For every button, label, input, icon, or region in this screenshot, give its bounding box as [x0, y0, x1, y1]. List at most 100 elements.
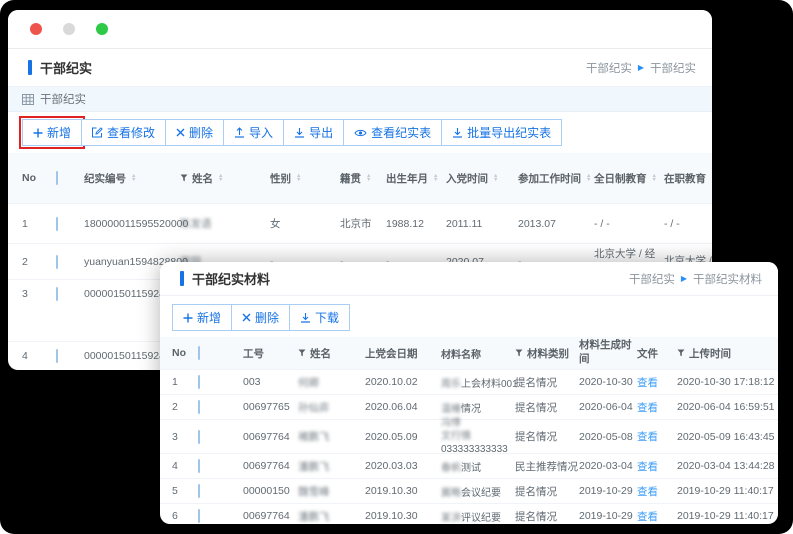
cell-name: 陈发语 [180, 218, 212, 230]
sort-icon[interactable]: ▲▼ [366, 174, 371, 183]
row-checkbox[interactable] [56, 255, 58, 269]
sort-icon[interactable]: ▲▼ [711, 174, 712, 183]
filter-icon[interactable] [180, 174, 188, 182]
view-edit-button[interactable]: 查看修改 [81, 119, 166, 146]
cell-party-join: 2011.11 [446, 218, 518, 230]
cell-uploaded: 2020-06-04 16:59:51 [677, 401, 778, 413]
cell-generated: 2020-10-30 [579, 376, 637, 388]
filter-icon[interactable] [298, 349, 306, 357]
col-header-birth-date: 出生年月 [386, 171, 428, 186]
row-checkbox[interactable] [198, 375, 200, 389]
view-record-sheet-button[interactable]: 查看纪实表 [343, 119, 442, 146]
cell-material-name: 某汫评议纪要 [441, 509, 515, 524]
col-header-no: No [172, 347, 198, 359]
minimize-window-icon[interactable] [63, 23, 75, 35]
breadcrumb-parent[interactable]: 干部纪实 [586, 60, 632, 76]
delete-material-button[interactable]: 删除 [231, 304, 290, 331]
table-row: 1 180000011595520000 陈发语 女 北京市 1988.12 2… [8, 203, 712, 243]
screenshot-canvas: 干部纪实 干部纪实 ▶ 干部纪实 干部纪实 新增 [0, 0, 793, 534]
x-icon [176, 128, 185, 137]
view-file-link[interactable]: 查看 [637, 461, 658, 473]
row-checkbox[interactable] [198, 509, 200, 523]
add-button[interactable]: 新增 [22, 119, 82, 146]
cell-uploaded: 2020-05-09 16:43:45 [677, 431, 778, 443]
row-checkbox[interactable] [198, 430, 200, 444]
breadcrumb-arrow-icon: ▶ [681, 274, 687, 283]
sort-icon[interactable]: ▲▼ [652, 174, 657, 183]
sort-icon[interactable]: ▲▼ [131, 174, 136, 183]
cell-emp-id: 00697765 [243, 401, 298, 413]
row-checkbox[interactable] [198, 400, 200, 414]
filter-icon[interactable] [515, 349, 523, 357]
col-header-gender: 性别 [270, 171, 291, 186]
sort-icon[interactable]: ▲▼ [296, 174, 301, 183]
cell-material-name: 冯悸 文行情033333333333 [441, 417, 515, 456]
table-grid-icon [22, 94, 34, 105]
row-checkbox[interactable] [56, 217, 58, 231]
cell-birth-date: 1988.12 [386, 218, 446, 230]
table-row: 2 00697765 孙仙弈 2020.06.04 温椿情况 提名情况 2020… [160, 394, 778, 419]
select-all-checkbox[interactable] [198, 346, 200, 360]
view-file-link[interactable]: 查看 [637, 377, 658, 389]
section-header: 干部纪实 [8, 87, 712, 112]
back-page-header: 干部纪实 干部纪实 ▶ 干部纪实 [8, 49, 712, 87]
cell-uploaded: 2019-10-29 11:40:17 [677, 485, 778, 497]
row-checkbox[interactable] [198, 459, 200, 473]
close-window-icon[interactable] [30, 23, 42, 35]
col-header-file: 文件 [637, 346, 677, 361]
row-checkbox[interactable] [56, 349, 58, 363]
row-checkbox[interactable] [198, 484, 200, 498]
cell-name: 潘鹏飞 [298, 461, 330, 473]
eye-icon [354, 128, 367, 138]
delete-button[interactable]: 删除 [165, 119, 224, 146]
cell-material-name: 周乐上会材料001 [441, 375, 515, 390]
view-file-link[interactable]: 查看 [637, 511, 658, 523]
table-row: 5 00000150 魏雪峰 2019.10.30 冀略会议纪要 提名情况 20… [160, 478, 778, 503]
col-header-work-start: 参加工作时间 [518, 171, 581, 186]
sort-icon[interactable]: ▲▼ [493, 174, 498, 183]
cell-no: 4 [172, 460, 198, 472]
view-file-link[interactable]: 查看 [637, 402, 658, 414]
cell-name: 何卿 [298, 377, 319, 389]
breadcrumb-parent[interactable]: 干部纪实 [629, 271, 675, 287]
sort-icon[interactable]: ▲▼ [433, 174, 438, 183]
cell-work-start: 2013.07 [518, 218, 594, 230]
row-checkbox[interactable] [56, 287, 58, 301]
sort-icon[interactable]: ▲▼ [586, 174, 591, 183]
import-button[interactable]: 导入 [223, 119, 284, 146]
section-title: 干部纪实 [40, 91, 86, 107]
cell-generated: 2019-10-29 [579, 510, 637, 522]
col-header-generated: 材料生成时间 [579, 339, 637, 366]
download-icon [452, 127, 463, 138]
export-button[interactable]: 导出 [283, 119, 344, 146]
col-header-name: 姓名 [310, 346, 331, 361]
cell-generated: 2020-06-04 [579, 401, 637, 413]
batch-export-button[interactable]: 批量导出纪实表 [441, 119, 562, 146]
add-material-button[interactable]: 新增 [172, 304, 232, 331]
view-file-link[interactable]: 查看 [637, 486, 658, 498]
cell-meeting-date: 2020.03.03 [365, 460, 441, 472]
cell-gender: 女 [270, 216, 340, 231]
cell-uploaded: 2020-10-30 17:18:12 [677, 376, 778, 388]
front-page-header: 干部纪实材料 干部纪实 ▶ 干部纪实材料 [160, 262, 778, 296]
breadcrumb: 干部纪实 ▶ 干部纪实 [586, 60, 696, 76]
filter-icon[interactable] [677, 349, 685, 357]
page-title: 干部纪实 [40, 58, 92, 77]
cell-no: 2 [172, 401, 198, 413]
sort-icon[interactable]: ▲▼ [218, 174, 223, 183]
cell-fulltime-edu: - / - [594, 218, 664, 230]
download-icon [300, 312, 311, 323]
back-table-header: No 纪实编号▲▼ 姓名▲▼ 性别▲▼ 籍贯▲▼ 出生年月▲▼ 入党时间▲▼ 参… [8, 153, 712, 203]
cell-meeting-date: 2020.05.09 [365, 431, 441, 443]
cell-no: 5 [172, 485, 198, 497]
breadcrumb-arrow-icon: ▶ [638, 63, 644, 72]
maximize-window-icon[interactable] [96, 23, 108, 35]
plus-icon [33, 128, 43, 138]
cell-no: 3 [22, 288, 56, 300]
download-material-button[interactable]: 下载 [289, 304, 350, 331]
cell-generated: 2019-10-29 [579, 485, 637, 497]
select-all-checkbox[interactable] [56, 171, 58, 185]
view-file-link[interactable]: 查看 [637, 431, 658, 443]
col-header-emp-id: 工号 [243, 346, 298, 361]
front-toolbar: 新增 删除 下载 [160, 296, 778, 337]
